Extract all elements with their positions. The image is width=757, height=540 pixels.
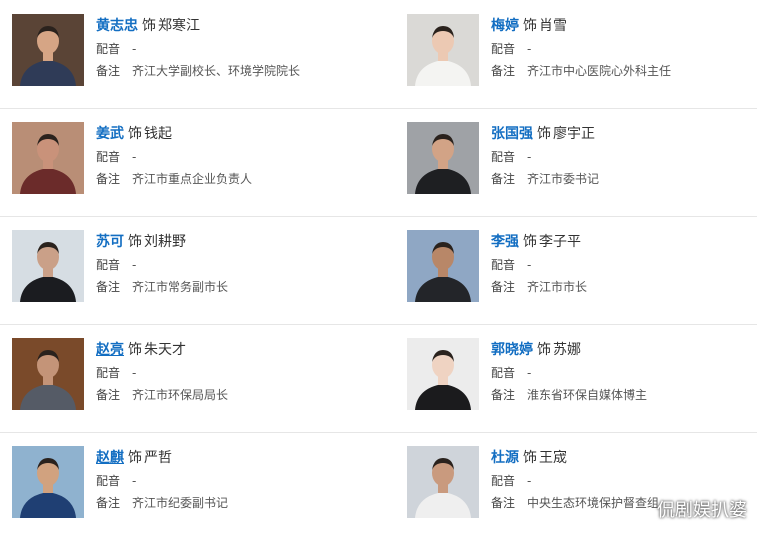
- dub-value: -: [527, 42, 532, 56]
- cast-card: 梅婷饰肖雪配音 - 备注 齐江市中心医院心外科主任: [407, 14, 747, 86]
- dub-label: 配音: [491, 366, 516, 380]
- as-label: 饰: [523, 450, 537, 466]
- dub-label: 配音: [491, 150, 516, 164]
- actor-photo[interactable]: [407, 338, 479, 410]
- cast-row: 姜武饰钱起 配音 - 备注 齐江市重点企业负责人 张国强饰廖宇正 配音 - 备注 齐江市委书记: [0, 108, 757, 217]
- cast-card: 黄志忠饰郑寒江配音 - 备注 齐江大学副校长、环境学院院长: [12, 14, 352, 86]
- cast-card: 苏可饰刘耕野配音 - 备注 齐江市常务副市长: [12, 230, 352, 302]
- dub-label: 配音: [491, 42, 516, 56]
- as-label: 饰: [537, 126, 551, 142]
- cast-card: 郭晓婷饰苏娜配音 - 备注 淮东省环保自媒体博主: [407, 338, 747, 410]
- dub-value: -: [527, 474, 532, 488]
- note-label: 备注: [96, 388, 121, 402]
- dub-label: 配音: [96, 366, 121, 380]
- cast-card: 赵亮饰朱天才配音 - 备注 齐江市环保局局长: [12, 338, 352, 410]
- as-label: 饰: [523, 18, 537, 34]
- note-label: 备注: [96, 172, 121, 186]
- cast-row: 苏可饰刘耕野 配音 - 备注 齐江市常务副市长 李强饰李子平 配音 - 备注 齐江市市长: [0, 216, 757, 325]
- role-name: 苏娜: [553, 342, 581, 358]
- note-value: 齐江市委书记: [527, 172, 600, 186]
- actor-name-link[interactable]: 梅婷: [491, 18, 519, 34]
- actor-photo[interactable]: [407, 446, 479, 518]
- actor-photo[interactable]: [407, 14, 479, 86]
- actor-name-link[interactable]: 苏可: [96, 234, 124, 250]
- watermark: 侃剧娱扒婆: [657, 500, 747, 521]
- cast-row: 黄志忠饰郑寒江 配音 - 备注 齐江大学副校长、环境学院院长 梅婷饰肖雪 配音 - 备注 齐江市中…: [0, 0, 757, 109]
- dub-value: -: [527, 258, 532, 272]
- role-name: 李子平: [539, 234, 581, 250]
- note-value: 齐江市常务副市长: [132, 280, 229, 294]
- dub-label: 配音: [491, 258, 516, 272]
- dub-label: 配音: [96, 258, 121, 272]
- role-name: 王宬: [539, 450, 567, 466]
- role-name: 廖宇正: [553, 126, 595, 142]
- role-name: 郑寒江: [158, 18, 200, 34]
- as-label: 饰: [523, 234, 537, 250]
- dub-value: -: [527, 366, 532, 380]
- dub-value: -: [132, 42, 137, 56]
- actor-photo[interactable]: [12, 338, 84, 410]
- actor-name-link[interactable]: 赵亮: [96, 342, 124, 358]
- note-label: 备注: [96, 280, 121, 294]
- note-value: 齐江市中心医院心外科主任: [527, 64, 672, 78]
- note-label: 备注: [491, 64, 516, 78]
- actor-name-link[interactable]: 郭晓婷: [491, 342, 533, 358]
- note-label: 备注: [96, 496, 121, 510]
- as-label: 饰: [128, 234, 142, 250]
- actor-name-link[interactable]: 黄志忠: [96, 18, 138, 34]
- actor-photo[interactable]: [407, 230, 479, 302]
- actor-name-link[interactable]: 姜武: [96, 126, 124, 142]
- note-label: 备注: [491, 280, 516, 294]
- actor-photo[interactable]: [12, 122, 84, 194]
- as-label: 饰: [537, 342, 551, 358]
- note-value: 淮东省环保自媒体博主: [527, 388, 648, 402]
- dub-value: -: [132, 150, 137, 164]
- dub-value: -: [132, 366, 137, 380]
- dub-value: -: [527, 150, 532, 164]
- cast-row: 赵亮饰朱天才 配音 - 备注 齐江市环保局局长 郭晓婷饰苏娜 配音 - 备注 淮东省环保自媒体博主: [0, 324, 757, 433]
- dub-label: 配音: [491, 474, 516, 488]
- role-name: 严哲: [144, 450, 172, 466]
- role-name: 肖雪: [539, 18, 567, 34]
- as-label: 饰: [128, 342, 142, 358]
- as-label: 饰: [128, 450, 142, 466]
- note-label: 备注: [491, 172, 516, 186]
- cast-card: 赵麒饰严哲配音 - 备注 齐江市纪委副书记: [12, 446, 352, 518]
- cast-card: 张国强饰廖宇正配音 - 备注 齐江市委书记: [407, 122, 747, 194]
- as-label: 饰: [128, 126, 142, 142]
- dub-label: 配音: [96, 474, 121, 488]
- actor-photo[interactable]: [12, 446, 84, 518]
- dub-value: -: [132, 258, 137, 272]
- actor-photo[interactable]: [12, 230, 84, 302]
- cast-card: 李强饰李子平配音 - 备注 齐江市市长: [407, 230, 747, 302]
- note-value: 齐江市市长: [527, 280, 588, 294]
- note-label: 备注: [491, 496, 516, 510]
- as-label: 饰: [142, 18, 156, 34]
- note-value: 齐江市环保局局长: [132, 388, 229, 402]
- note-value: 齐江大学副校长、环境学院院长: [132, 64, 301, 78]
- actor-name-link[interactable]: 赵麒: [96, 450, 124, 466]
- note-value: 中央生态环境保护督查组: [527, 496, 660, 510]
- note-value: 齐江市重点企业负责人: [132, 172, 253, 186]
- actor-name-link[interactable]: 李强: [491, 234, 519, 250]
- actor-name-link[interactable]: 杜源: [491, 450, 519, 466]
- note-label: 备注: [96, 64, 121, 78]
- dub-label: 配音: [96, 150, 121, 164]
- actor-name-link[interactable]: 张国强: [491, 126, 533, 142]
- role-name: 钱起: [144, 126, 172, 142]
- dub-value: -: [132, 474, 137, 488]
- actor-photo[interactable]: [12, 14, 84, 86]
- role-name: 刘耕野: [144, 234, 186, 250]
- dub-label: 配音: [96, 42, 121, 56]
- cast-card: 姜武饰钱起配音 - 备注 齐江市重点企业负责人: [12, 122, 352, 194]
- note-value: 齐江市纪委副书记: [132, 496, 229, 510]
- role-name: 朱天才: [144, 342, 186, 358]
- actor-photo[interactable]: [407, 122, 479, 194]
- note-label: 备注: [491, 388, 516, 402]
- cast-row: 赵麒饰严哲 配音 - 备注 齐江市纪委副书记 杜源饰王宬 配音 - 备注 中央生态环境保护督查组: [0, 432, 757, 540]
